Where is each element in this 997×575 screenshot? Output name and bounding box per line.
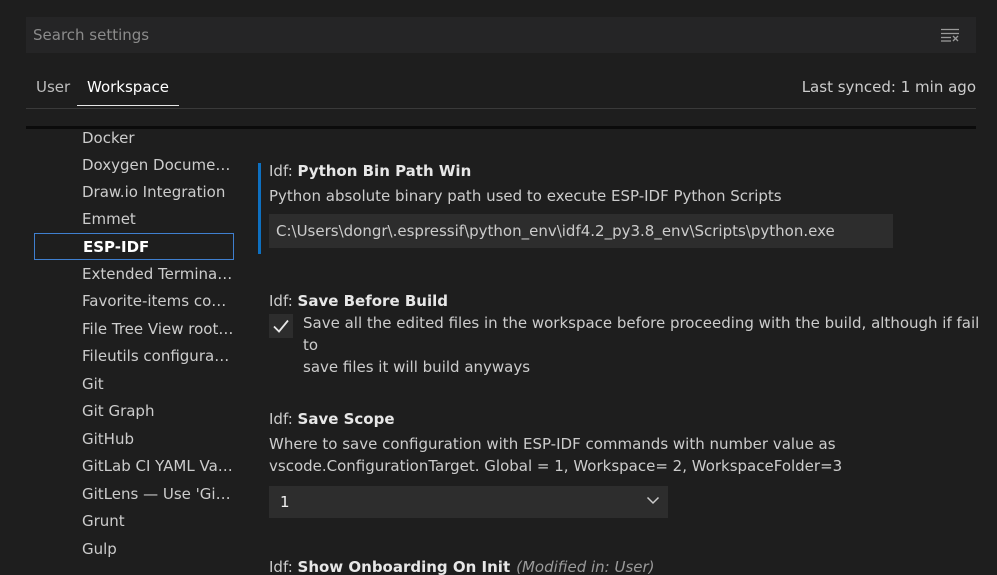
select-value: 1 bbox=[280, 493, 290, 511]
modified-indicator[interactable]: (Modified in: User) bbox=[516, 558, 654, 575]
setting-title: Idf: Python Bin Path Win bbox=[269, 162, 471, 180]
setting-description: Python absolute binary path used to exec… bbox=[269, 187, 782, 205]
check-icon bbox=[273, 319, 289, 333]
search-input[interactable] bbox=[26, 17, 976, 53]
tab-workspace[interactable]: Workspace bbox=[77, 78, 179, 106]
toc-item-git[interactable]: Git bbox=[34, 371, 234, 398]
setting-save-before-build: Idf: Save Before Build Save all the edit… bbox=[258, 290, 979, 376]
toc-item-grunt[interactable]: Grunt bbox=[34, 508, 234, 535]
save-scope-select[interactable]: 1 bbox=[269, 486, 668, 518]
toc-item-extended-terminal[interactable]: Extended Terminal I... bbox=[34, 261, 234, 288]
setting-name: Python Bin Path Win bbox=[297, 162, 472, 180]
toc-item-gitlab-ci[interactable]: GitLab CI YAML Vali... bbox=[34, 453, 234, 480]
setting-category: Idf: bbox=[269, 162, 298, 180]
description-line: Save all the edited files in the workspa… bbox=[303, 314, 980, 354]
chevron-down-icon bbox=[646, 496, 660, 505]
tab-user[interactable]: User bbox=[36, 78, 70, 105]
settings-scope-tabs: User Workspace Last synced: 1 min ago bbox=[26, 70, 976, 109]
toc-item-github[interactable]: GitHub bbox=[34, 426, 234, 453]
search-bar bbox=[26, 17, 976, 53]
setting-save-scope: Idf: Save Scope Where to save configurat… bbox=[258, 408, 978, 523]
description-line: save files it will build anyways bbox=[303, 358, 531, 376]
toc-item-fileutils[interactable]: Fileutils configurati... bbox=[34, 343, 234, 370]
toc-item-favorite-items[interactable]: Favorite-items conf... bbox=[34, 288, 234, 315]
toc-item-doxygen[interactable]: Doxygen Documen... bbox=[34, 152, 234, 179]
toc-item-git-graph[interactable]: Git Graph bbox=[34, 398, 234, 425]
toc-item-file-tree-view[interactable]: File Tree View root ... bbox=[34, 316, 234, 343]
description-line: vscode.ConfigurationTarget. Global = 1, … bbox=[269, 457, 843, 475]
clear-filter-icon[interactable] bbox=[940, 28, 960, 42]
setting-title: Idf: Show Onboarding On Init (Modified in… bbox=[269, 558, 655, 575]
settings-toc: Docker Doxygen Documen... Draw.io Integr… bbox=[34, 125, 234, 575]
python-bin-path-input[interactable] bbox=[269, 214, 893, 248]
description-line: Where to save configuration with ESP-IDF… bbox=[269, 435, 836, 453]
toc-item-gitlens[interactable]: GitLens — Use 'Git... bbox=[34, 481, 234, 508]
settings-editor: User Workspace Last synced: 1 min ago Do… bbox=[0, 0, 997, 575]
save-before-build-description: Save all the edited files in the workspa… bbox=[303, 312, 983, 378]
setting-title: Idf: Save Before Build bbox=[269, 292, 448, 310]
setting-name: Save Before Build bbox=[297, 292, 448, 310]
setting-name: Save Scope bbox=[297, 410, 395, 428]
setting-description: Where to save configuration with ESP-IDF… bbox=[269, 433, 842, 477]
setting-title: Idf: Save Scope bbox=[269, 410, 395, 428]
setting-category: Idf: bbox=[269, 292, 298, 310]
setting-category: Idf: bbox=[269, 558, 298, 575]
setting-category: Idf: bbox=[269, 410, 298, 428]
toc-item-emmet[interactable]: Emmet bbox=[34, 206, 234, 233]
toc-item-docker[interactable]: Docker bbox=[34, 125, 234, 152]
setting-show-onboarding: Idf: Show Onboarding On Init (Modified in… bbox=[258, 556, 978, 575]
toc-item-gulp[interactable]: Gulp bbox=[34, 536, 234, 563]
toc-item-drawio[interactable]: Draw.io Integration bbox=[34, 179, 234, 206]
last-synced-status: Last synced: 1 min ago bbox=[801, 78, 976, 96]
save-before-build-checkbox[interactable] bbox=[269, 314, 293, 338]
toc-item-esp-idf[interactable]: ESP-IDF bbox=[34, 233, 234, 260]
setting-python-bin-path: Idf: Python Bin Path Win Python absolute… bbox=[258, 160, 978, 255]
setting-name: Show Onboarding On Init bbox=[297, 558, 511, 575]
